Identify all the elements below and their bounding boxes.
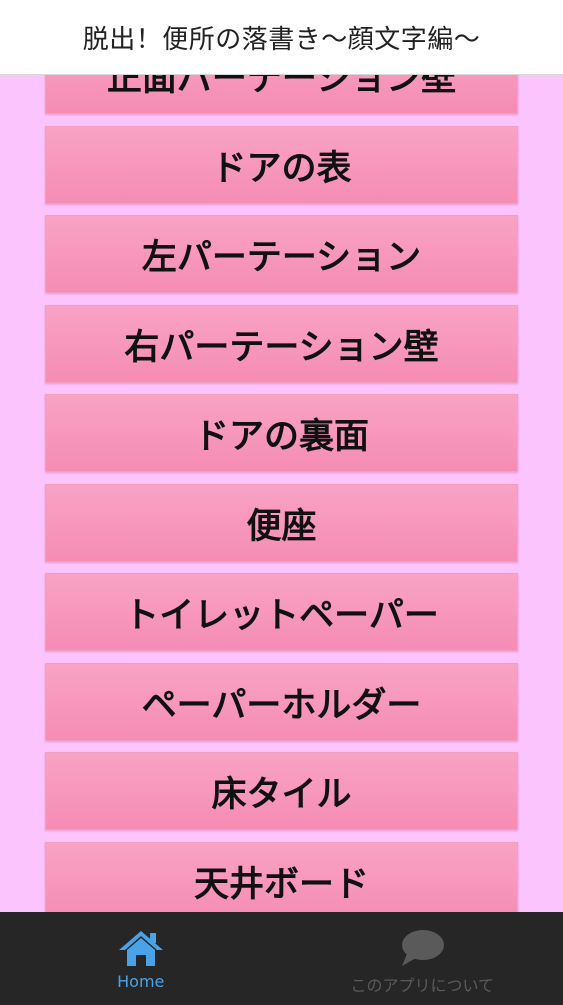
menu-button-label: 天井ボード: [193, 864, 369, 905]
menu-button-label: ドアの裏面: [193, 416, 369, 457]
nav-tab-home-label: Home: [117, 972, 165, 991]
menu-button-door-back[interactable]: ドアの裏面: [45, 394, 518, 472]
menu-button-label: 左パーテーション: [141, 237, 422, 278]
nav-tab-home[interactable]: Home: [0, 912, 282, 1005]
home-icon: [118, 931, 163, 966]
nav-tab-about[interactable]: このアプリについて: [282, 912, 563, 1005]
menu-button-left-partition[interactable]: 左パーテーション: [45, 215, 518, 293]
app-header: 脱出！便所の落書き〜顔文字編〜: [0, 0, 563, 75]
menu-button-door-front[interactable]: ドアの表: [45, 126, 518, 204]
nav-tab-about-label: このアプリについて: [350, 976, 495, 995]
menu-button-label: 右パーテーション壁: [124, 327, 439, 368]
menu-button-toilet-seat[interactable]: 便座: [45, 484, 518, 562]
app-window: 正面パーテーション壁 ドアの表 左パーテーション 右パーテーション壁 ドアの裏面…: [0, 0, 563, 1005]
menu-button-label: トイレットペーパー: [124, 595, 439, 636]
menu-button-toilet-paper[interactable]: トイレットペーパー: [45, 573, 518, 651]
menu-button-label: 便座: [246, 506, 317, 547]
menu-button-right-partition-wall[interactable]: 右パーテーション壁: [45, 305, 518, 383]
menu-button-floor-tile[interactable]: 床タイル: [45, 752, 518, 830]
menu-button-label: 床タイル: [211, 774, 352, 815]
bottom-navigation: Home このアプリについて: [0, 912, 563, 1005]
menu-button-ceiling-board[interactable]: 天井ボード: [45, 842, 518, 912]
page-title: 脱出！便所の落書き〜顔文字編〜: [82, 24, 481, 55]
menu-button-paper-holder[interactable]: ペーパーホルダー: [45, 663, 518, 741]
speech-bubble-icon: [402, 930, 445, 966]
menu-list[interactable]: 正面パーテーション壁 ドアの表 左パーテーション 右パーテーション壁 ドアの裏面…: [0, 0, 563, 912]
menu-button-label: ペーパーホルダー: [141, 685, 422, 726]
menu-button-label: ドアの表: [211, 148, 352, 189]
